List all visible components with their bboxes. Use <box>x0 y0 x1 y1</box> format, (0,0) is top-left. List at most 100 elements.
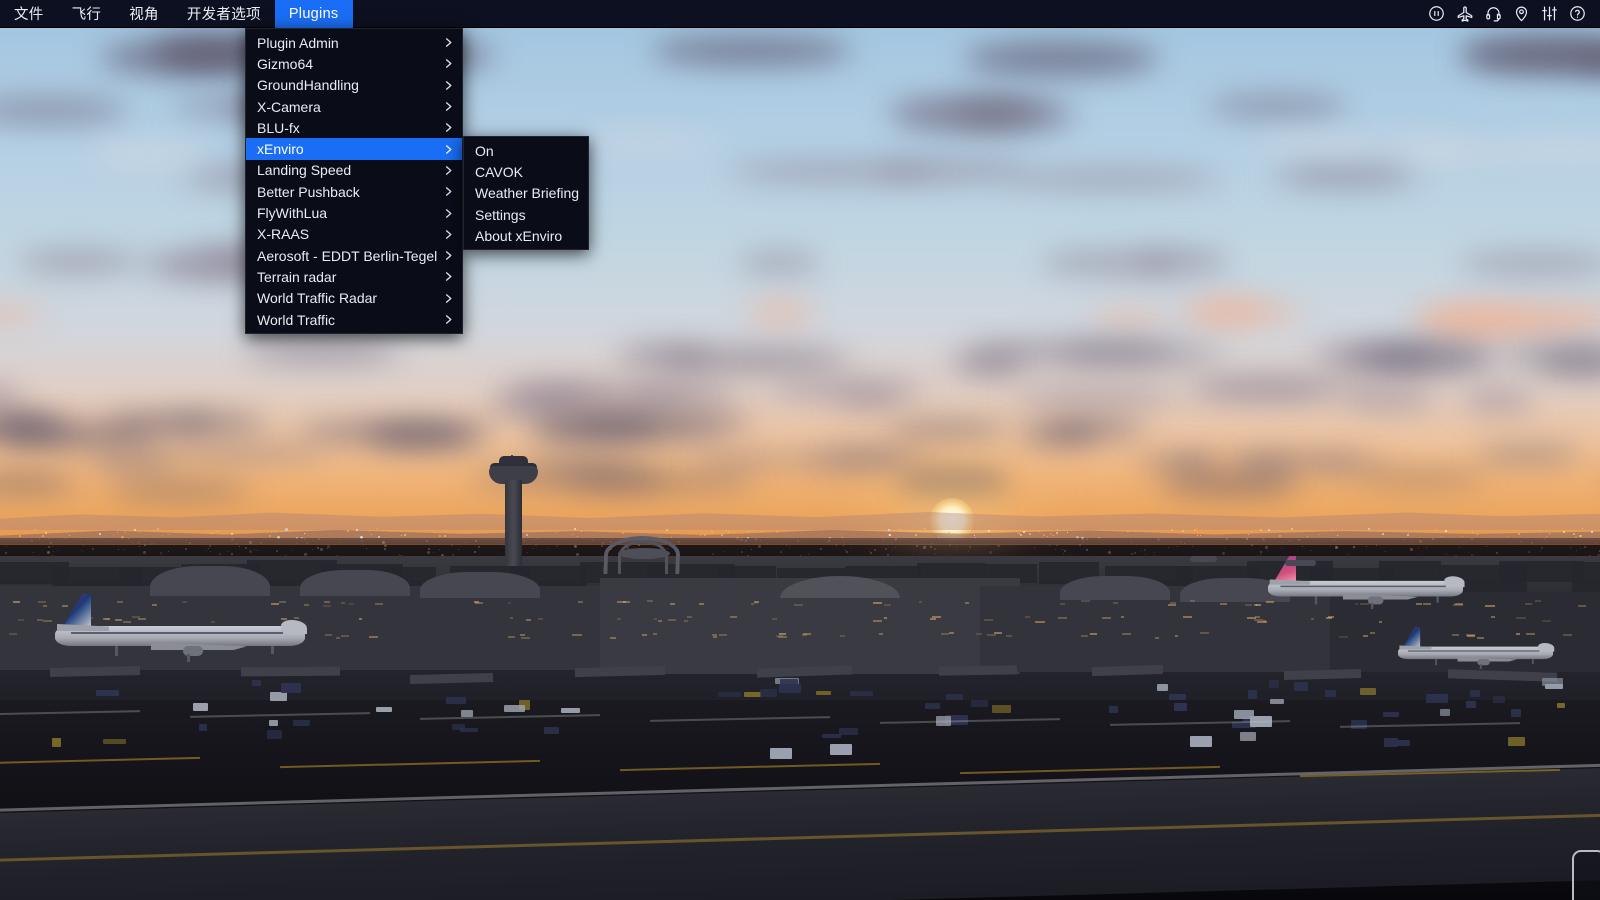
terminal-window-light <box>521 637 530 639</box>
ground-vehicle <box>1294 682 1308 691</box>
nose-gear <box>1531 659 1534 665</box>
menu-item-x-raas[interactable]: X-RAAS <box>246 224 462 245</box>
instrument-panel-corner[interactable] <box>1572 850 1600 900</box>
ground-vehicle <box>1360 688 1376 695</box>
city-light <box>748 531 750 533</box>
menu-item-gizmo64[interactable]: Gizmo64 <box>246 53 462 74</box>
menubar-item-flight[interactable]: 飞行 <box>58 0 116 28</box>
headset-icon[interactable] <box>1485 5 1502 22</box>
submenu-item-cavok[interactable]: CAVOK <box>464 161 588 182</box>
menubar-item-file[interactable]: 文件 <box>0 0 58 28</box>
terminal-window-light <box>349 603 354 605</box>
city-light <box>555 532 557 534</box>
menu-item-terrain-radar[interactable]: Terrain radar <box>246 266 462 287</box>
terminal-window-light <box>211 621 215 623</box>
terminal-window-light <box>1363 635 1368 637</box>
terminal-window-light <box>719 634 727 636</box>
ground-vehicle <box>850 691 873 696</box>
ground-vehicle <box>269 720 278 726</box>
chevron-right-icon <box>443 165 454 176</box>
city-light <box>157 528 159 530</box>
menu-item-label: X-Camera <box>257 98 321 115</box>
ground-vehicle <box>1270 699 1284 704</box>
menubar-item-developer[interactable]: 开发者选项 <box>173 0 275 28</box>
terminal-window-light <box>1491 616 1495 618</box>
city-light <box>889 534 891 536</box>
terminal-window-light <box>510 617 513 619</box>
terminal-window-light <box>1190 600 1195 602</box>
city-light <box>1331 529 1333 531</box>
simulator-viewport[interactable] <box>0 0 1600 900</box>
ground-vehicle <box>1248 690 1257 699</box>
menu-item-world-traffic-radar[interactable]: World Traffic Radar <box>246 288 462 309</box>
city-light <box>1195 528 1198 531</box>
menu-item-plugin-admin[interactable]: Plugin Admin <box>246 32 462 53</box>
cloud <box>163 445 325 460</box>
menu-item-landing-speed[interactable]: Landing Speed <box>246 160 462 181</box>
ground-vehicle <box>193 703 208 711</box>
submenu-item-settings[interactable]: Settings <box>464 204 588 225</box>
ground-vehicle <box>1383 712 1399 717</box>
menu-item-x-camera[interactable]: X-Camera <box>246 96 462 117</box>
terminal-window-light <box>772 618 777 620</box>
cloud <box>85 142 210 165</box>
terminal-window-light <box>1379 621 1382 623</box>
terminal-window-light <box>794 604 803 606</box>
terminal-window-light <box>1183 616 1192 618</box>
help-circle-icon[interactable] <box>1569 5 1586 22</box>
menu-item-better-pushback[interactable]: Better Pushback <box>246 181 462 202</box>
menu-item-blu-fx[interactable]: BLU-fx <box>246 117 462 138</box>
terminal-window-light <box>1535 600 1541 602</box>
city-light <box>1549 533 1551 535</box>
terminal-window-light <box>1326 617 1332 619</box>
chevron-right-icon <box>443 314 454 325</box>
menu-item-xenviro[interactable]: xEnviro <box>246 138 462 160</box>
submenu-item-on[interactable]: On <box>464 140 588 161</box>
menu-item-flywithlua[interactable]: FlyWithLua <box>246 202 462 223</box>
terminal-window-light <box>713 636 717 638</box>
city-light <box>42 535 44 537</box>
terminal-roof <box>1060 576 1170 600</box>
city-light <box>776 530 779 533</box>
terminal-window-light <box>1121 616 1124 618</box>
cloud <box>1321 137 1479 153</box>
service-truck <box>770 748 792 759</box>
city-light <box>761 531 763 533</box>
city-light <box>390 531 392 533</box>
city-light <box>711 531 713 533</box>
city-light <box>139 532 141 534</box>
city-light <box>666 529 668 531</box>
terminal-window-light <box>369 636 378 638</box>
terminal-window-light <box>1542 620 1551 622</box>
menu-item-groundhandling[interactable]: GroundHandling <box>246 75 462 96</box>
menubar-item-plugins[interactable]: Plugins <box>274 0 353 28</box>
city-light <box>1053 535 1055 537</box>
menu-item-aerosoft-eddt-berlin-tegel[interactable]: Aerosoft - EDDT Berlin-Tegel <box>246 245 462 266</box>
map-pin-icon[interactable] <box>1513 5 1530 22</box>
cloud <box>487 391 585 417</box>
city-light <box>19 535 21 537</box>
terminal-window-light <box>538 618 543 620</box>
xenviro-submenu[interactable]: On CAVOK Weather Briefing Settings About xEn… <box>463 136 589 251</box>
submenu-item-about-xenviro[interactable]: About xEnviro <box>464 225 588 246</box>
city-light <box>1382 533 1384 535</box>
chevron-right-icon <box>443 186 454 197</box>
city-light <box>99 533 101 535</box>
menu-item-label: BLU-fx <box>257 119 300 136</box>
ground-vehicle <box>1493 696 1505 703</box>
sliders-icon[interactable] <box>1541 5 1558 22</box>
terminal-window-light <box>526 619 531 621</box>
terminal-window-light <box>873 602 882 604</box>
cloud <box>1059 345 1223 364</box>
menubar-item-view[interactable]: 视角 <box>115 0 173 28</box>
menu-item-world-traffic[interactable]: World Traffic <box>246 309 462 330</box>
city-light <box>1171 529 1173 531</box>
cloud <box>1134 456 1214 470</box>
cloud <box>245 342 401 364</box>
pause-circle-icon[interactable] <box>1428 5 1445 22</box>
airplane-icon[interactable] <box>1456 5 1474 23</box>
plugins-dropdown-menu[interactable]: Plugin Admin Gizmo64 GroundHandling X-Camer… <box>245 28 463 335</box>
terminal-window-light <box>38 601 46 603</box>
submenu-item-weather-briefing[interactable]: Weather Briefing <box>464 183 588 204</box>
terminal-window-light <box>578 601 583 603</box>
